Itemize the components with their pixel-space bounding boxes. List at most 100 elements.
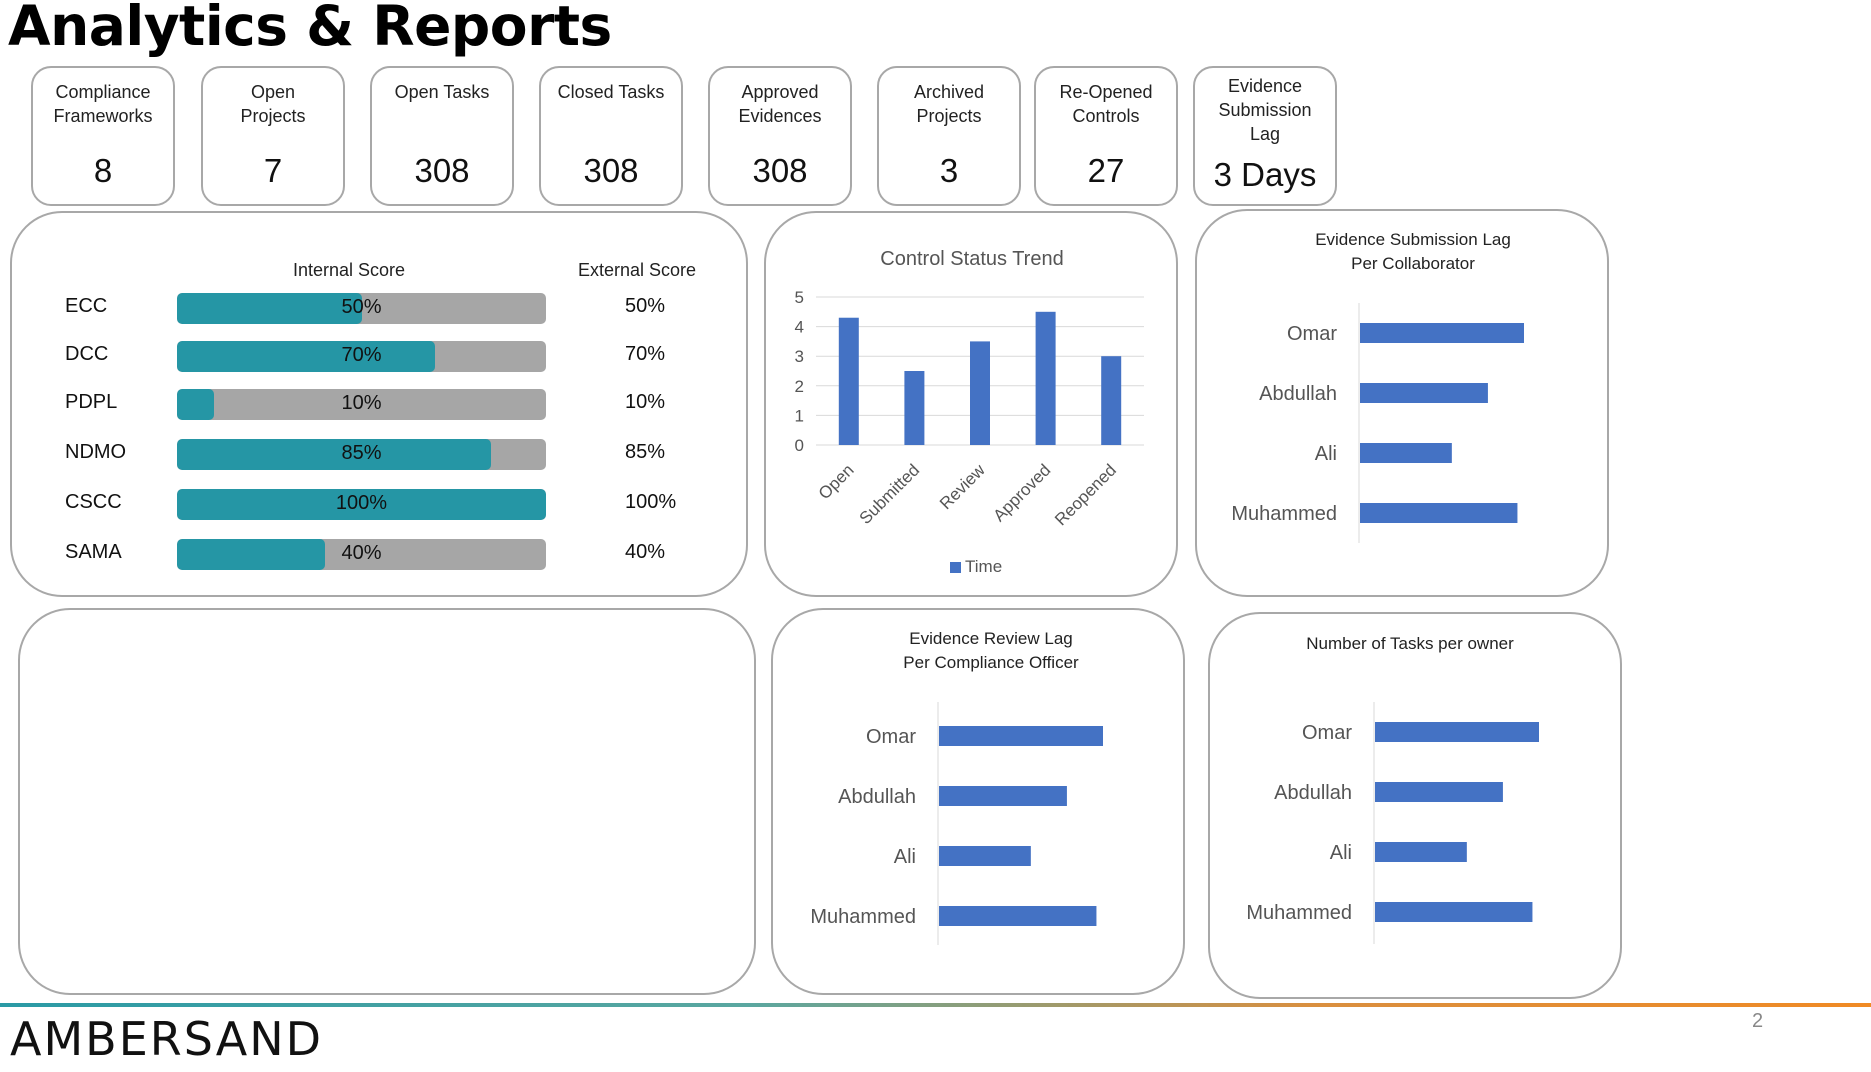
framework-scores-panel: Internal Score External Score ECC 50% 50% D… bbox=[10, 211, 748, 597]
chart-title: Per Collaborator bbox=[1351, 254, 1475, 273]
bar bbox=[939, 726, 1103, 746]
y-tick-label: 0 bbox=[795, 436, 804, 455]
y-tick-label: 4 bbox=[795, 318, 804, 337]
category-label: Omar bbox=[1287, 323, 1337, 345]
category-label: Ali bbox=[1315, 443, 1337, 465]
category-label: Omar bbox=[866, 726, 916, 748]
bar bbox=[1101, 356, 1122, 445]
x-tick-label: Review bbox=[936, 460, 989, 513]
framework-name: PDPL bbox=[65, 391, 118, 413]
kpi-value: 7 bbox=[263, 152, 283, 189]
internal-score-bar: 85% bbox=[177, 439, 546, 470]
chart-title: Per Compliance Officer bbox=[903, 653, 1079, 672]
x-tick-label: Reopened bbox=[1051, 460, 1120, 529]
category-label: Muhammed bbox=[1246, 902, 1352, 924]
kpi-card-compliance-frameworks[interactable]: Compliance Frameworks 8 bbox=[31, 66, 175, 206]
legend-label: Time bbox=[965, 557, 1002, 576]
category-label: Omar bbox=[1302, 722, 1352, 744]
category-label: Muhammed bbox=[810, 906, 916, 928]
bar bbox=[1375, 782, 1503, 802]
category-label: Abdullah bbox=[838, 786, 916, 808]
framework-name: ECC bbox=[65, 295, 108, 317]
external-score-value: 10% bbox=[625, 391, 666, 413]
bar bbox=[970, 341, 990, 445]
empty-panel bbox=[18, 608, 756, 995]
kpi-label: Open Projects bbox=[240, 82, 306, 126]
footer-divider bbox=[0, 1003, 1871, 1007]
framework-name: NDMO bbox=[65, 441, 127, 463]
category-label: Abdullah bbox=[1259, 383, 1337, 405]
kpi-card-evidence-submission-lag[interactable]: Evidence Submission Lag 3 Days bbox=[1193, 66, 1337, 206]
kpi-label: Archived Projects bbox=[913, 82, 985, 126]
review-lag-chart: Evidence Review Lag Per Compliance Office… bbox=[810, 629, 1103, 945]
kpi-label: Compliance Frameworks bbox=[53, 82, 153, 126]
bar bbox=[939, 906, 1097, 926]
chart-title: Number of Tasks per owner bbox=[1306, 634, 1514, 653]
chart-title: Control Status Trend bbox=[880, 248, 1063, 270]
submission-lag-panel: Evidence Submission Lag Per Collaborator O… bbox=[1195, 209, 1609, 597]
external-score-value: 50% bbox=[625, 295, 666, 317]
bar bbox=[838, 317, 859, 445]
framework-name: DCC bbox=[65, 343, 109, 365]
kpi-label: Approved Evidences bbox=[738, 82, 822, 126]
bar bbox=[1360, 443, 1452, 463]
ambersand-logo: AMBERSAND bbox=[10, 1012, 324, 1066]
internal-score-bar: 100% bbox=[177, 489, 546, 520]
category-label: Ali bbox=[894, 846, 916, 868]
bar bbox=[904, 371, 925, 445]
kpi-value: 27 bbox=[1087, 152, 1125, 189]
bar bbox=[1375, 902, 1533, 922]
page-title: Analytics & Reports bbox=[8, 0, 612, 58]
kpi-card-closed-tasks[interactable]: Closed Tasks 308 bbox=[539, 66, 683, 206]
bar bbox=[1375, 842, 1467, 862]
kpi-card-archived-projects[interactable]: Archived Projects 3 bbox=[877, 66, 1021, 206]
chart-title: Evidence Review Lag bbox=[909, 629, 1072, 648]
kpi-value: 308 bbox=[583, 152, 639, 189]
framework-name: SAMA bbox=[65, 541, 122, 563]
y-tick-label: 3 bbox=[795, 347, 804, 366]
bar bbox=[1035, 311, 1056, 445]
kpi-value: 308 bbox=[752, 152, 808, 189]
internal-score-value: 85% bbox=[341, 442, 382, 464]
kpi-card-reopened-controls[interactable]: Re-Opened Controls 27 bbox=[1034, 66, 1178, 206]
x-tick-label: Approved bbox=[990, 460, 1055, 525]
kpi-label: Closed Tasks bbox=[557, 82, 665, 102]
kpi-card-approved-evidences[interactable]: Approved Evidences 308 bbox=[708, 66, 852, 206]
kpi-label: Open Tasks bbox=[394, 82, 490, 102]
control-status-trend-chart: Control Status Trend012345OpenSubmitted R… bbox=[795, 248, 1144, 576]
kpi-card-open-projects[interactable]: Open Projects 7 bbox=[201, 66, 345, 206]
x-tick-label: Submitted bbox=[856, 460, 924, 528]
review-lag-panel: Evidence Review Lag Per Compliance Office… bbox=[771, 608, 1185, 995]
external-score-value: 70% bbox=[625, 343, 666, 365]
bar bbox=[1360, 383, 1488, 403]
bar bbox=[939, 786, 1067, 806]
page-number: 2 bbox=[1752, 1010, 1764, 1032]
external-score-value: 85% bbox=[625, 441, 666, 463]
tasks-per-owner-chart: Number of Tasks per owner Omar Abdullah Ali… bbox=[1246, 634, 1539, 944]
tasks-per-owner-panel: Number of Tasks per owner Omar Abdullah Ali… bbox=[1208, 612, 1622, 999]
submission-lag-chart: Evidence Submission Lag Per Collaborator O… bbox=[1231, 230, 1524, 543]
internal-score-value: 100% bbox=[335, 492, 388, 514]
external-score-header: External Score bbox=[578, 260, 697, 280]
bar bbox=[939, 846, 1031, 866]
internal-score-value: 50% bbox=[341, 296, 382, 318]
control-status-trend-panel: Control Status Trend 0 1 2 3 4 5 Open Submitted R… bbox=[764, 211, 1178, 597]
internal-score-value: 40% bbox=[341, 542, 382, 564]
internal-score-bar: 10% bbox=[177, 389, 546, 420]
bar bbox=[1360, 503, 1518, 523]
category-label: Abdullah bbox=[1274, 782, 1352, 804]
x-tick-label: Open bbox=[815, 460, 858, 503]
y-tick-label: 1 bbox=[795, 406, 804, 425]
kpi-card-open-tasks[interactable]: Open Tasks 308 bbox=[370, 66, 514, 206]
internal-score-bar: 40% bbox=[177, 539, 546, 570]
kpi-value: 3 bbox=[939, 152, 959, 189]
kpi-value: 3 Days bbox=[1213, 156, 1317, 193]
internal-score-value: 70% bbox=[341, 344, 382, 366]
external-score-value: 40% bbox=[625, 541, 666, 563]
internal-score-bar: 70% bbox=[177, 341, 546, 372]
internal-score-bar: 50% bbox=[177, 293, 546, 324]
kpi-value: 8 bbox=[93, 152, 113, 189]
bar bbox=[1360, 323, 1524, 343]
kpi-value: 308 bbox=[414, 152, 470, 189]
category-label: Muhammed bbox=[1231, 503, 1337, 525]
